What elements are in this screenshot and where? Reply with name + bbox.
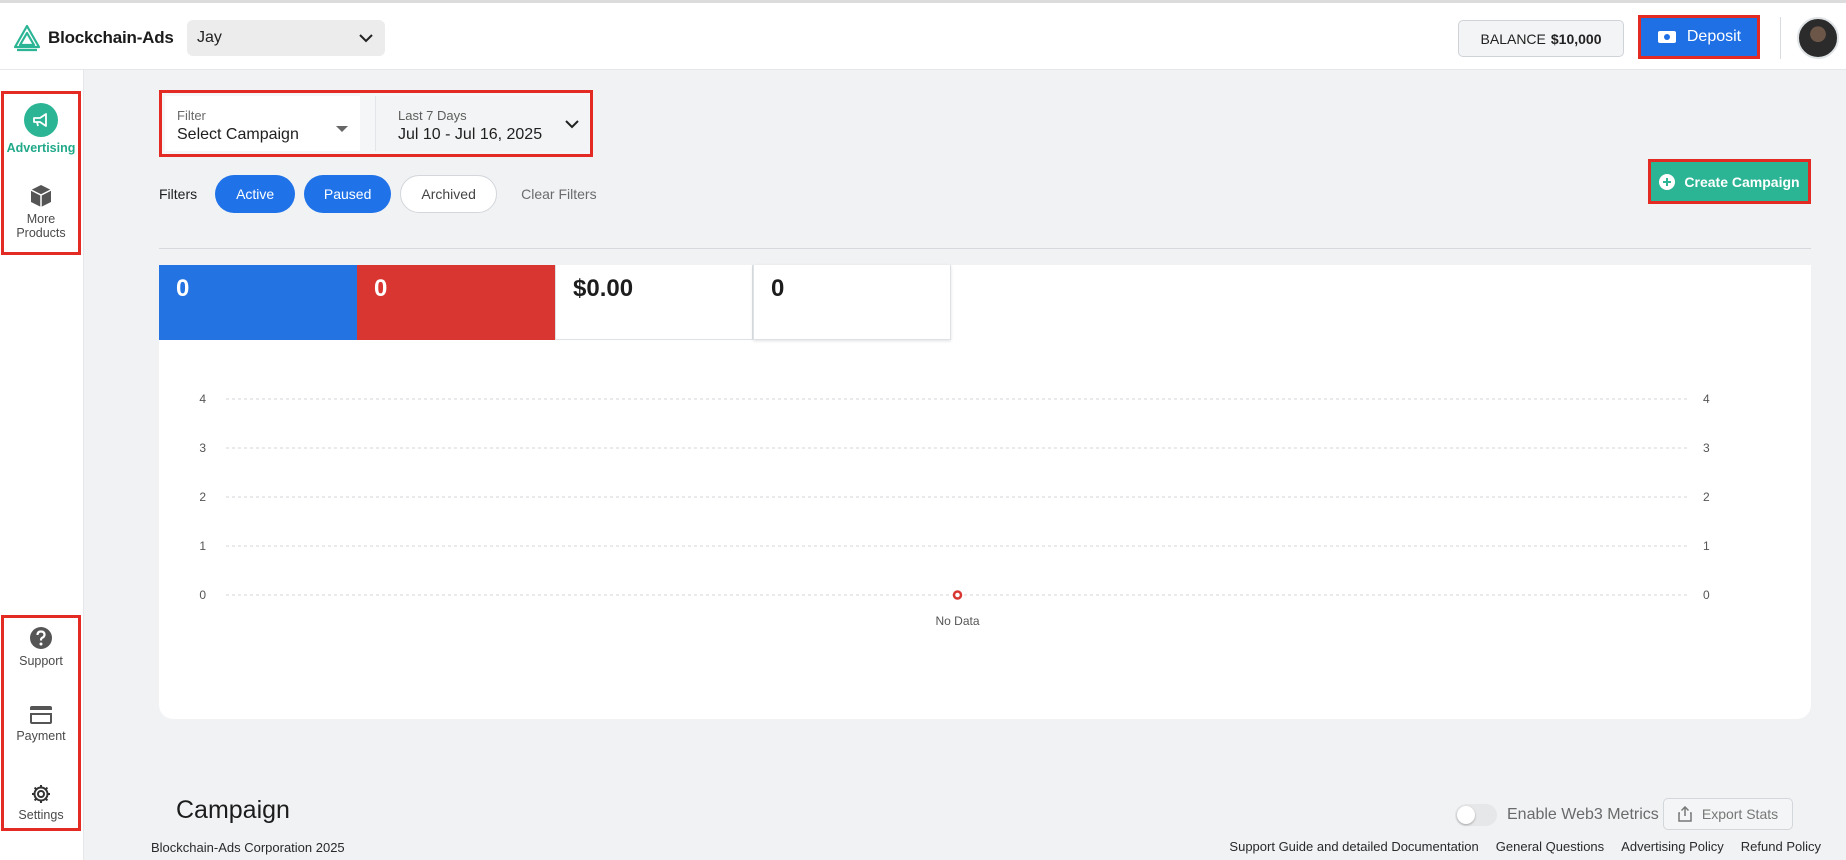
chevron-down-icon	[359, 33, 373, 42]
sidebar-item-payment[interactable]: Payment	[4, 705, 78, 743]
brand-logo[interactable]: Blockchain-Ads	[12, 23, 174, 53]
campaign-filter-select[interactable]: Filter Select Campaign	[165, 96, 360, 151]
user-avatar[interactable]	[1797, 17, 1839, 59]
balance-display[interactable]: BALANCE $10,000	[1458, 20, 1624, 57]
plus-circle-icon	[1659, 173, 1676, 190]
sidebar-item-advertising[interactable]: Advertising	[4, 103, 78, 155]
filter-chip-archived[interactable]: Archived	[400, 175, 498, 213]
date-range-label: Last 7 Days	[398, 108, 467, 123]
section-divider	[159, 248, 1811, 249]
sidebar-item-more-products[interactable]: More Products	[4, 184, 78, 240]
campaign-section-title: Campaign	[176, 796, 290, 824]
filters-label: Filters	[159, 186, 198, 202]
share-icon	[1678, 806, 1692, 822]
filter-chip-paused[interactable]: Paused	[304, 175, 392, 213]
header-divider	[1780, 17, 1781, 59]
performance-chart-card: 0 0 $0.00 0 4 3 2 1 0 4 3 2 1 0 No Data	[159, 265, 1811, 719]
sidebar-item-label: Advertising	[6, 141, 76, 155]
deposit-button[interactable]: Deposit	[1638, 15, 1760, 59]
balance-value: $10,000	[1550, 30, 1602, 47]
y-tick-label-left: 2	[199, 490, 206, 504]
y-tick-label-right: 3	[1703, 441, 1710, 455]
help-icon	[30, 627, 52, 649]
y-tick-label-left: 1	[199, 539, 206, 553]
y-tick-label-right: 0	[1703, 588, 1710, 602]
footer-copyright: Blockchain-Ads Corporation 2025	[151, 840, 345, 855]
sidebar-item-settings[interactable]: Settings	[4, 784, 78, 822]
top-bar: Blockchain-Ads Jay BALANCE $10,000 Depos…	[0, 0, 1846, 70]
web3-metrics-label: Enable Web3 Metrics	[1507, 806, 1659, 823]
cash-icon	[1657, 31, 1676, 43]
credit-card-icon	[30, 706, 52, 724]
y-tick-label-left: 3	[199, 441, 206, 455]
create-campaign-button[interactable]: Create Campaign	[1648, 159, 1811, 204]
empty-data-point	[952, 590, 963, 600]
sidebar-item-support[interactable]: Support	[4, 626, 78, 668]
status-filters: Filters Active Paused Archived Clear Fil…	[159, 175, 597, 213]
sidebar-top-group: Advertising More Products	[1, 91, 81, 255]
footer-link-refund-policy[interactable]: Refund Policy	[1741, 839, 1821, 854]
create-campaign-label: Create Campaign	[1684, 173, 1800, 190]
y-tick-label-right: 2	[1703, 490, 1710, 504]
web3-metrics-toggle-row: Enable Web3 Metrics	[1455, 804, 1659, 826]
filter-group: Filter Select Campaign Last 7 Days Jul 1…	[159, 90, 593, 157]
clear-filters-link[interactable]: Clear Filters	[521, 186, 596, 202]
dropdown-caret-icon	[336, 126, 348, 132]
sidebar-item-label: More Products	[16, 212, 66, 240]
y-tick-label-left: 0	[199, 588, 206, 602]
brand-name: Blockchain-Ads	[48, 28, 174, 47]
cube-icon	[30, 185, 52, 207]
account-name: Jay	[197, 29, 222, 46]
footer-link-support-guide[interactable]: Support Guide and detailed Documentation	[1229, 839, 1478, 854]
date-range-value: Jul 10 - Jul 16, 2025	[398, 126, 543, 143]
filter-chip-active[interactable]: Active	[215, 175, 296, 213]
deposit-label: Deposit	[1686, 28, 1742, 45]
web3-metrics-toggle[interactable]	[1455, 804, 1497, 826]
export-stats-button[interactable]: Export Stats	[1663, 798, 1793, 830]
campaign-filter-label: Filter	[177, 108, 206, 123]
campaign-filter-value: Select Campaign	[177, 126, 299, 143]
footer-link-advertising-policy[interactable]: Advertising Policy	[1621, 839, 1724, 854]
sidebar-bottom-group: Support Payment Settings	[1, 615, 81, 831]
sidebar-item-label: Payment	[16, 729, 66, 743]
footer-links: Support Guide and detailed Documentation…	[1229, 839, 1821, 854]
balance-label: BALANCE	[1480, 30, 1546, 47]
date-range-select[interactable]: Last 7 Days Jul 10 - Jul 16, 2025	[375, 96, 589, 151]
blockchain-ads-logo-icon	[13, 24, 41, 52]
gear-icon	[32, 785, 50, 803]
line-chart: 4 3 2 1 0 4 3 2 1 0 No Data	[199, 392, 1710, 628]
sidebar-item-label: Settings	[18, 808, 64, 822]
export-stats-label: Export Stats	[1701, 806, 1779, 822]
y-tick-label-left: 4	[199, 392, 206, 406]
sidebar-item-label: Support	[19, 654, 63, 668]
y-tick-label-right: 1	[1703, 539, 1710, 553]
megaphone-icon	[24, 103, 58, 137]
sidebar: Advertising More Products Support Paymen…	[0, 70, 84, 860]
no-data-label: No Data	[935, 614, 979, 628]
account-select[interactable]: Jay	[187, 20, 385, 56]
chevron-down-icon	[565, 120, 579, 129]
footer-link-general-questions[interactable]: General Questions	[1496, 839, 1604, 854]
y-tick-label-right: 4	[1703, 392, 1710, 406]
